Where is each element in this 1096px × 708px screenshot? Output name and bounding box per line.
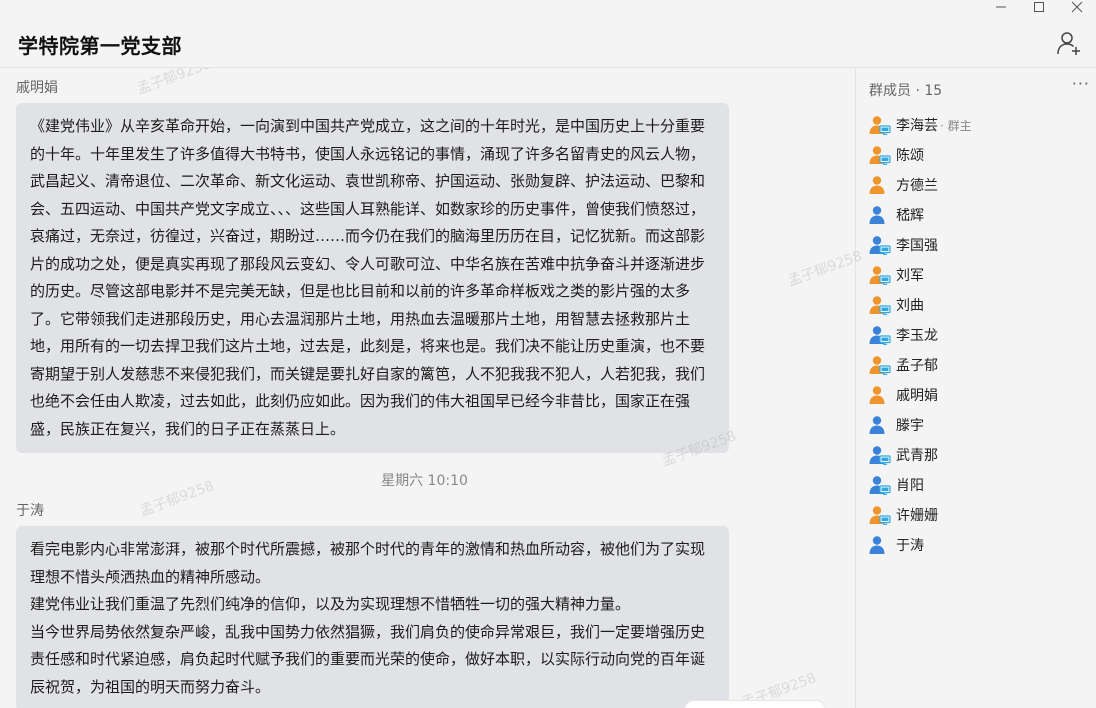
member-item[interactable]: 李玉龙 (869, 320, 1089, 350)
member-name: 刘军 (896, 268, 924, 284)
member-name: 陈颂 (896, 148, 924, 164)
member-item[interactable]: 孟子郁 (869, 350, 1089, 380)
user-icon (869, 475, 891, 495)
user-icon (869, 535, 891, 555)
member-name: 方德兰 (896, 178, 938, 194)
message-sender: 于涛 (16, 503, 44, 519)
member-name: 许姗姗 (896, 508, 938, 524)
member-name: 滕宇 (896, 418, 924, 434)
member-name: 于涛 (896, 538, 924, 554)
watermark: 孟子郁9258 (134, 68, 214, 98)
user-icon (869, 385, 891, 405)
user-icon (869, 205, 891, 225)
member-list: 李海芸 · 群主陈颂方德兰嵇辉李国强刘军刘曲李玉龙孟子郁戚明娟滕宇武青那肖阳许姗姗… (869, 110, 1089, 560)
member-name: 李海芸 (896, 118, 938, 134)
member-panel: 群成员 · 15 ··· 李海芸 · 群主陈颂方德兰嵇辉李国强刘军刘曲李玉龙孟子郁… (786, 68, 1096, 708)
member-name: 孟子郁 (896, 358, 938, 374)
member-item[interactable]: 方德兰 (869, 170, 1089, 200)
member-count: 群成员 · 15 (869, 83, 943, 99)
member-item[interactable]: 武青那 (869, 440, 1089, 470)
member-item[interactable]: 李海芸 · 群主 (869, 110, 1089, 140)
new-message-indicator[interactable] (684, 700, 826, 708)
member-item[interactable]: 嵇辉 (869, 200, 1089, 230)
user-icon (869, 295, 891, 315)
member-name: 刘曲 (896, 298, 924, 314)
maximize-icon[interactable] (1020, 0, 1058, 14)
close-icon[interactable] (1058, 0, 1096, 14)
member-item[interactable]: 陈颂 (869, 140, 1089, 170)
member-name: 戚明娟 (896, 388, 938, 404)
chat-title: 学特院第一党支部 (18, 34, 182, 58)
message-bubble[interactable]: 《建党伟业》从辛亥革命开始，一向演到中国共产党成立，这之间的十年时光，是中国历史… (16, 103, 729, 453)
more-options-button[interactable]: ··· (1072, 74, 1090, 93)
user-icon (869, 145, 891, 165)
member-name: 李国强 (896, 238, 938, 254)
user-icon (869, 445, 891, 465)
member-role-badge: · 群主 (940, 118, 972, 133)
member-name: 嵇辉 (896, 208, 924, 224)
chat-window: 学特院第一党支部 戚明娟 《建党伟业》从辛亥革命开始，一向演到中国共产党成立，这… (0, 0, 1096, 708)
message-sender: 戚明娟 (16, 80, 58, 96)
window-controls (982, 0, 1096, 14)
member-item[interactable]: 刘曲 (869, 290, 1089, 320)
member-item[interactable]: 戚明娟 (869, 380, 1089, 410)
member-item[interactable]: 刘军 (869, 260, 1089, 290)
user-icon (869, 505, 891, 525)
member-name: 李玉龙 (896, 328, 938, 344)
member-name: 武青那 (896, 448, 938, 464)
message-timestamp: 星期六 10:10 (381, 473, 468, 489)
user-icon (869, 265, 891, 285)
chat-header: 学特院第一党支部 (0, 14, 1096, 68)
user-icon (869, 175, 891, 195)
user-icon (869, 415, 891, 435)
user-icon (869, 115, 891, 135)
user-icon (869, 355, 891, 375)
member-item[interactable]: 李国强 (869, 230, 1089, 260)
member-item[interactable]: 许姗姗 (869, 500, 1089, 530)
member-name: 肖阳 (896, 478, 924, 494)
member-item[interactable]: 于涛 (869, 530, 1089, 560)
member-item[interactable]: 肖阳 (869, 470, 1089, 500)
user-icon (869, 325, 891, 345)
minimize-icon[interactable] (982, 0, 1020, 14)
message-list[interactable]: 戚明娟 《建党伟业》从辛亥革命开始，一向演到中国共产党成立，这之间的十年时光，是… (0, 68, 855, 708)
member-item[interactable]: 滕宇 (869, 410, 1089, 440)
add-user-icon[interactable] (1056, 30, 1082, 56)
user-icon (869, 235, 891, 255)
message-bubble[interactable]: 看完电影内心非常澎湃，被那个时代所震撼，被那个时代的青年的激情和热血所动容，被他… (16, 526, 729, 708)
